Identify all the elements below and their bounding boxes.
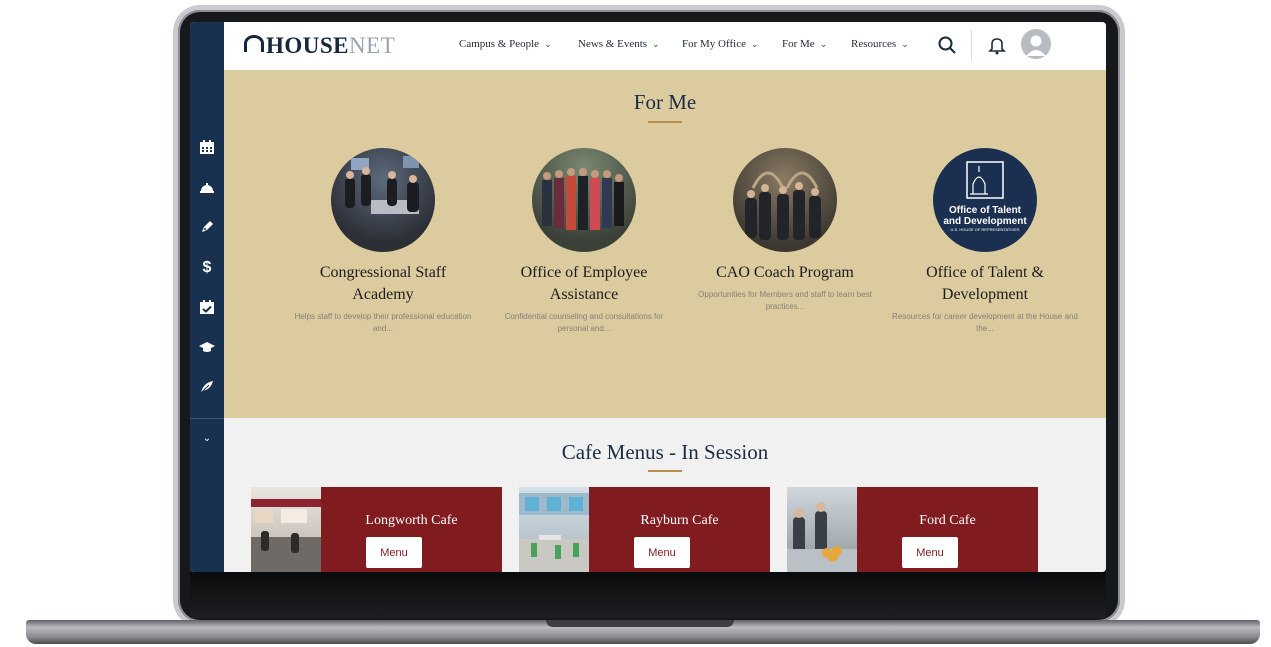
feather-icon[interactable] bbox=[197, 379, 217, 397]
sidebar-divider bbox=[190, 418, 224, 419]
top-navigation-bar: HOUSENET Campus & People ⌄ News & Events ⌄… bbox=[224, 22, 1106, 71]
laptop-keyboard-reflection bbox=[190, 572, 1106, 618]
cafe-name: Ford Cafe bbox=[919, 513, 976, 528]
card-title: CAO Coach Program bbox=[716, 264, 854, 281]
badge-line-2: and Development bbox=[943, 216, 1027, 227]
chevron-down-icon[interactable]: ⌄ bbox=[197, 430, 217, 448]
nav-campus-people[interactable]: Campus & People ⌄ bbox=[459, 38, 552, 50]
dome-logo-icon bbox=[244, 35, 264, 52]
cafe-name: Longworth Cafe bbox=[365, 513, 458, 528]
graduation-cap-icon[interactable] bbox=[197, 339, 217, 357]
for-me-section: For Me Congressional Staff Academy Helps… bbox=[224, 70, 1106, 418]
staff-academy-photo bbox=[331, 148, 435, 252]
browser-screen: $ ⌄ HOUSENET Campus & People ⌄ News & Eve… bbox=[190, 22, 1106, 572]
chevron-down-icon: ⌄ bbox=[652, 39, 660, 49]
badge-line-1: Office of Talent bbox=[948, 205, 1022, 216]
card-congressional-staff-academy[interactable]: Congressional Staff Academy Helps staff … bbox=[288, 148, 478, 335]
card-description: Resources for career development at the … bbox=[892, 312, 1078, 333]
ford-cafe-photo bbox=[787, 487, 857, 572]
talent-development-badge: Office of Talent and Development U.S. HO… bbox=[933, 148, 1037, 252]
cafe-card-ford: Ford Cafe Menu bbox=[787, 487, 1038, 572]
chevron-down-icon: ⌄ bbox=[544, 39, 552, 49]
pen-icon[interactable] bbox=[197, 219, 217, 237]
badge-small-text: U.S. HOUSE OF REPRESENTATIVES bbox=[950, 227, 1020, 232]
card-description: Confidential counseling and consultation… bbox=[504, 312, 664, 333]
card-title: Office of Talent & Development bbox=[926, 264, 1044, 303]
nav-resources[interactable]: Resources ⌄ bbox=[851, 38, 909, 50]
chevron-down-icon: ⌄ bbox=[750, 39, 759, 49]
user-avatar-icon[interactable] bbox=[1021, 29, 1051, 59]
toolbar-divider bbox=[971, 30, 972, 60]
laptop-hinge-notch bbox=[546, 620, 734, 627]
card-office-of-talent-development[interactable]: Office of Talent and Development U.S. HO… bbox=[890, 148, 1080, 335]
search-icon[interactable] bbox=[936, 34, 958, 56]
card-title: Congressional Staff Academy bbox=[319, 264, 447, 303]
cao-coach-photo bbox=[733, 148, 837, 252]
calendar-check-icon[interactable] bbox=[197, 299, 217, 317]
card-description: Helps staff to develop their professiona… bbox=[294, 312, 472, 333]
rayburn-cafe-photo bbox=[519, 487, 589, 572]
title-underline bbox=[648, 121, 682, 123]
section-title-for-me: For Me bbox=[633, 90, 697, 114]
cafe-card-rayburn: Rayburn Cafe Menu bbox=[519, 487, 770, 572]
chevron-down-icon: ⌄ bbox=[819, 39, 828, 49]
housenet-logo[interactable]: HOUSENET bbox=[244, 33, 395, 59]
card-title: Office of Employee Assistance bbox=[520, 264, 648, 303]
ford-menu-button[interactable]: Menu bbox=[902, 537, 958, 568]
title-underline bbox=[648, 470, 682, 472]
quick-links-sidebar: $ ⌄ bbox=[190, 22, 224, 572]
cafe-card-longworth: Longworth Cafe Menu bbox=[251, 487, 502, 572]
chevron-down-icon: ⌄ bbox=[901, 39, 909, 49]
rayburn-menu-button[interactable]: Menu bbox=[634, 537, 690, 568]
nav-for-my-office[interactable]: For My Office ⌄ bbox=[682, 38, 759, 50]
card-cao-coach-program[interactable]: CAO Coach Program Opportunities for Memb… bbox=[690, 148, 880, 313]
service-bell-icon[interactable] bbox=[197, 179, 217, 197]
card-description: Opportunities for Members and staff to l… bbox=[698, 290, 872, 311]
cafe-name: Rayburn Cafe bbox=[640, 513, 719, 528]
card-office-of-employee-assistance[interactable]: Office of Employee Assistance Confidenti… bbox=[489, 148, 679, 335]
longworth-cafe-photo bbox=[251, 487, 321, 572]
calendar-icon[interactable] bbox=[197, 139, 217, 157]
notification-bell-icon[interactable] bbox=[986, 34, 1008, 56]
employee-assistance-photo bbox=[532, 148, 636, 252]
dollar-icon[interactable]: $ bbox=[197, 259, 217, 277]
cafe-menus-section: Cafe Menus - In Session Longworth Cafe M… bbox=[224, 418, 1106, 572]
nav-news-events[interactable]: News & Events ⌄ bbox=[578, 38, 660, 50]
longworth-menu-button[interactable]: Menu bbox=[366, 537, 422, 568]
section-title-cafe-menus: Cafe Menus - In Session bbox=[561, 440, 769, 464]
nav-for-me[interactable]: For Me ⌄ bbox=[782, 38, 827, 50]
